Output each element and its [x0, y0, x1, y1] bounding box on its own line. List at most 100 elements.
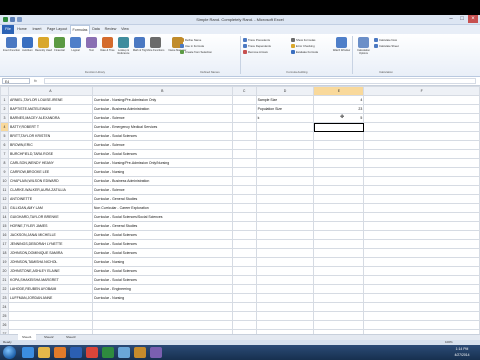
cell-b[interactable]: Curricular - Nursing [91, 167, 233, 177]
cell-f[interactable] [363, 176, 480, 186]
cell-d[interactable] [255, 293, 315, 303]
column-header-b[interactable]: B [91, 86, 233, 96]
cell-b[interactable]: Non Curricular - Career Exploration [91, 203, 233, 213]
cell-b[interactable]: Curricular - Social Sciences [91, 131, 233, 141]
cell-f[interactable] [363, 293, 480, 303]
cell-d[interactable] [255, 221, 315, 231]
cell-a[interactable]: JOHNSON,TAMISHA NICHOL [7, 257, 93, 267]
cell-e[interactable] [313, 122, 365, 132]
cell-e[interactable] [313, 284, 365, 294]
ribbon-button-9[interactable]: More Functions [147, 37, 164, 59]
cell-c[interactable] [231, 149, 257, 159]
cell-a[interactable] [7, 320, 93, 330]
explorer-icon[interactable] [38, 347, 50, 358]
cell-d[interactable] [255, 257, 315, 267]
cell-b[interactable]: Curricular - Nursing [91, 257, 233, 267]
mail-icon[interactable] [134, 347, 146, 358]
row-header[interactable]: 1 [0, 95, 9, 105]
cell-b[interactable]: Curricular - Social Sciences [91, 275, 233, 285]
cell-a[interactable]: ANTOINETTE [7, 194, 93, 204]
cell-e[interactable] [313, 311, 365, 321]
cell-f[interactable] [363, 140, 480, 150]
cell-e[interactable] [313, 212, 365, 222]
cell-b[interactable]: Curricular - Science [91, 140, 233, 150]
cell-f[interactable] [363, 104, 480, 114]
cell-b[interactable]: Curricular - Business Administration [91, 104, 233, 114]
cell-b[interactable] [91, 311, 233, 321]
cell-e[interactable] [313, 248, 365, 258]
cell-f[interactable] [363, 230, 480, 240]
cell-d[interactable] [255, 212, 315, 222]
cell-a[interactable] [7, 302, 93, 312]
cell-b[interactable]: Curricular - Nursing [91, 293, 233, 303]
cell-b[interactable]: Curricular - Science [91, 113, 233, 123]
cell-d[interactable] [255, 122, 315, 132]
cell-e[interactable] [313, 131, 365, 141]
cell-e[interactable] [313, 176, 365, 186]
cell-d[interactable] [255, 185, 315, 195]
cell-c[interactable] [231, 131, 257, 141]
cell-d[interactable] [255, 167, 315, 177]
evaluate-formula-button[interactable]: Evaluate Formula [291, 49, 331, 55]
cell-b[interactable]: Curricular - Emergency Medical Services [91, 122, 233, 132]
cell-a[interactable]: LAHODE,REUBEN AYOBAMI [7, 284, 93, 294]
ribbon-button-7[interactable]: Lookup & Reference [116, 37, 131, 59]
cell-e[interactable]: 23 [313, 104, 365, 114]
cell-a[interactable]: CHAPLAIN,WILSON EDWARD [7, 176, 93, 186]
cell-a[interactable]: HORNE,TYLER JAMES [7, 221, 93, 231]
name-box[interactable]: E4 [2, 78, 30, 84]
cell-d[interactable] [255, 194, 315, 204]
cell-e[interactable] [313, 140, 365, 150]
cell-f[interactable] [363, 149, 480, 159]
cell-f[interactable] [363, 212, 480, 222]
row-header[interactable]: 16 [0, 230, 9, 240]
cell-c[interactable] [231, 248, 257, 258]
cell-a[interactable]: ARNIEL,TAYLOR LOUISE-IRENE [7, 95, 93, 105]
row-header[interactable]: 14 [0, 212, 9, 222]
cell-a[interactable]: CLARKE-WALKER,AURA ZATILLIA [7, 185, 93, 195]
cell-f[interactable] [363, 239, 480, 249]
column-header-d[interactable]: D [255, 86, 315, 96]
row-header[interactable]: 2 [0, 104, 9, 114]
cell-d[interactable] [255, 158, 315, 168]
column-header-c[interactable]: C [231, 86, 257, 96]
cell-f[interactable] [363, 221, 480, 231]
cell-c[interactable] [231, 266, 257, 276]
row-header[interactable]: 17 [0, 239, 9, 249]
cell-f[interactable] [363, 113, 480, 123]
minimize-icon[interactable]: – [446, 15, 456, 23]
cell-c[interactable] [231, 239, 257, 249]
cell-b[interactable]: Curricular - Social Sciences [91, 266, 233, 276]
cell-d[interactable]: Population Size [255, 104, 315, 114]
chrome-icon[interactable] [86, 347, 98, 358]
cell-e[interactable]: 5 [313, 113, 365, 123]
cell-d[interactable] [255, 302, 315, 312]
cell-c[interactable] [231, 104, 257, 114]
cell-c[interactable] [231, 221, 257, 231]
cell-a[interactable]: JOHNSON,DOMINIQUE SAMIRA [7, 248, 93, 258]
row-header[interactable]: 15 [0, 221, 9, 231]
row-header[interactable]: 7 [0, 149, 9, 159]
cell-e[interactable] [313, 167, 365, 177]
cell-b[interactable]: Curricular - Social Sciences [91, 248, 233, 258]
row-header[interactable]: 13 [0, 203, 9, 213]
column-header-e[interactable]: E [313, 86, 365, 96]
cell-e[interactable] [313, 266, 365, 276]
cell-c[interactable] [231, 194, 257, 204]
row-header[interactable]: 12 [0, 194, 9, 204]
watch-window-button[interactable]: Watch Window [333, 37, 350, 59]
cell-b[interactable]: Curricular - Nursing/Pre-Admission Only [91, 95, 233, 105]
cell-c[interactable] [231, 95, 257, 105]
cell-a[interactable]: JACKSON,JANAI MICHELLE [7, 230, 93, 240]
row-header[interactable]: 26 [0, 320, 9, 330]
cell-d[interactable] [255, 176, 315, 186]
clock[interactable]: 1:14 PM 4/27/2014 [448, 346, 476, 358]
row-header[interactable]: 11 [0, 185, 9, 195]
row-header[interactable]: 25 [0, 311, 9, 321]
cell-c[interactable] [231, 293, 257, 303]
cell-b[interactable]: Curricular - Science [91, 185, 233, 195]
create-from-selection-button[interactable]: Create from Selection [180, 49, 240, 55]
cell-a[interactable]: CARLSON,WENDY HEANY [7, 158, 93, 168]
paint-icon[interactable] [118, 347, 130, 358]
cell-a[interactable]: BAPTISTE-MATELEWANI [7, 104, 93, 114]
